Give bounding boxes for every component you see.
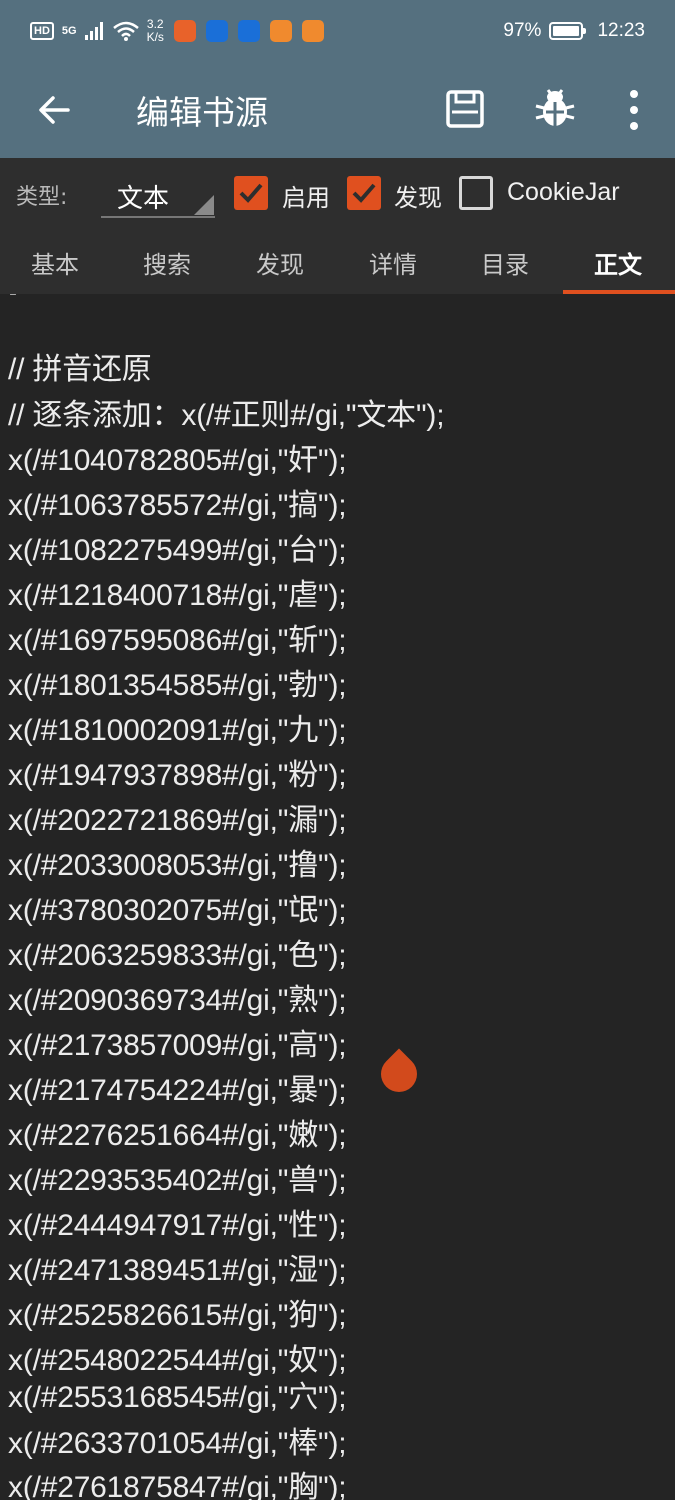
code-line: x(/#1063785572#/gi,"搞"); (8, 489, 347, 522)
app-notification-icon (269, 20, 292, 42)
more-vert-icon[interactable] (622, 88, 646, 132)
code-line: x(/#2525826615#/gi,"狗"); (8, 1299, 347, 1332)
net-speed: 3.2 K/s (147, 18, 164, 44)
code-line: x(/#2553168545#/gi,"穴"); (8, 1381, 347, 1414)
app-bar: 编辑书源 (0, 62, 675, 158)
code-line: // 逐条添加：x(/#正则#/gi,"文本"); (8, 399, 445, 432)
wifi-icon (112, 21, 139, 41)
tab-detail[interactable]: 详情 (369, 245, 417, 280)
code-line: x(/#1810002091#/gi,"九"); (8, 714, 347, 747)
tab-toc[interactable]: 目录 (481, 245, 529, 280)
code-line: // 拼音还原 (8, 353, 152, 386)
check-icon (239, 183, 263, 203)
code-line: x(/#2276251664#/gi,"嫩"); (8, 1119, 347, 1152)
code-line: x(/#1801354585#/gi,"勃"); (8, 669, 347, 702)
scroll-edge-mark: ˉ (8, 294, 18, 314)
tab-bar: 基本 搜索 发现 详情 目录 正文 (0, 230, 675, 294)
app-notification-icon (173, 20, 196, 42)
tab-discover[interactable]: 发现 (256, 245, 304, 280)
code-line: x(/#2063259833#/gi,"色"); (8, 939, 347, 972)
code-line: x(/#1697595086#/gi,"斩"); (8, 624, 347, 657)
code-line: x(/#1040782805#/gi,"奸"); (8, 444, 347, 477)
battery-percent: 97% (503, 20, 542, 41)
battery-fill (553, 26, 579, 36)
text-cursor-handle[interactable] (373, 1048, 425, 1100)
status-bar: HD 5G 3.2 K/s 97% 12:23 (0, 0, 675, 62)
battery-icon (549, 22, 587, 40)
code-line: x(/#2173857009#/gi,"高"); (8, 1029, 347, 1062)
code-line: x(/#2022721869#/gi,"漏"); (8, 804, 347, 837)
code-line: x(/#2174754224#/gi,"暴"); (8, 1074, 347, 1107)
code-line: x(/#2090369734#/gi,"熟"); (8, 984, 347, 1017)
page-title: 编辑书源 (136, 93, 268, 132)
code-line: x(/#2471389451#/gi,"湿"); (8, 1254, 347, 1287)
speed-value: 3.2 (146, 17, 164, 31)
tab-content[interactable]: 正文 (594, 245, 642, 280)
clock: 12:23 (597, 20, 645, 41)
code-line: x(/#1218400718#/gi,"虐"); (8, 579, 347, 612)
app-notification-icon (237, 20, 260, 42)
tab-search[interactable]: 搜索 (143, 245, 191, 280)
enable-label[interactable]: 启用 (282, 178, 330, 213)
code-line: x(/#2033008053#/gi,"撸"); (8, 849, 347, 882)
code-line: x(/#2293535402#/gi,"兽"); (8, 1164, 347, 1197)
speed-unit: K/s (146, 30, 164, 44)
type-label: 类型: (16, 185, 68, 210)
code-editor[interactable]: ˉ // 拼音还原 // 逐条添加：x(/#正则#/gi,"文本"); x(/#10… (0, 294, 675, 1500)
discover-label[interactable]: 发现 (394, 178, 442, 213)
type-select[interactable]: 文本 (101, 172, 215, 218)
app-notification-icon (205, 20, 228, 42)
app-notification-icon (301, 20, 324, 42)
save-icon[interactable] (444, 88, 486, 130)
hd-badge: HD (30, 22, 54, 40)
cookiejar-checkbox[interactable] (459, 176, 493, 210)
code-line: x(/#2761875847#/gi,"胸"); (8, 1471, 347, 1500)
code-line: x(/#1082275499#/gi,"台"); (8, 534, 347, 567)
type-select-value: 文本 (117, 184, 170, 214)
signal-label: 5G (61, 25, 77, 37)
enable-checkbox[interactable] (234, 176, 268, 210)
bug-icon[interactable] (534, 86, 576, 130)
options-row: 类型: 文本 启用 发现 CookieJar (0, 158, 675, 230)
back-arrow-icon[interactable] (34, 90, 74, 130)
code-line: x(/#1947937898#/gi,"粉"); (8, 759, 347, 792)
code-line: x(/#2633701054#/gi,"棒"); (8, 1427, 347, 1460)
status-right: 97% 12:23 (503, 20, 645, 42)
signal-bars-icon (84, 22, 103, 40)
discover-checkbox[interactable] (347, 176, 381, 210)
code-line: x(/#2444947917#/gi,"性"); (8, 1209, 347, 1242)
code-line: x(/#3780302075#/gi,"氓"); (8, 894, 347, 927)
dropdown-triangle-icon (194, 195, 214, 215)
status-left: HD 5G 3.2 K/s (30, 18, 503, 44)
cookiejar-label[interactable]: CookieJar (507, 178, 620, 207)
check-icon (352, 183, 376, 203)
tab-basic[interactable]: 基本 (31, 245, 79, 280)
